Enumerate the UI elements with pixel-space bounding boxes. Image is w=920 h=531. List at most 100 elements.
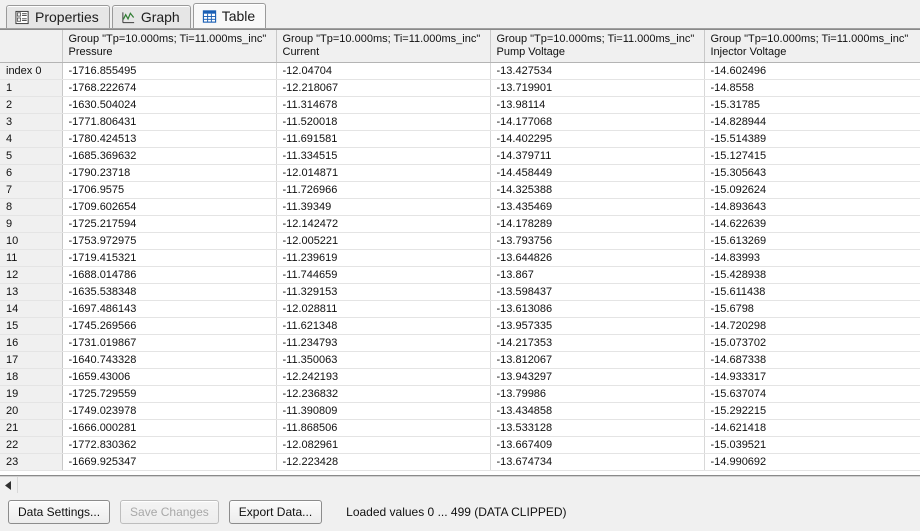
cell-current[interactable]: -11.239619	[276, 249, 491, 267]
scroll-left-arrow-icon[interactable]	[0, 477, 18, 493]
table-row[interactable]: 11 -1719.415321 -11.239619 -13.644826 -14.83…	[0, 249, 920, 267]
table-row[interactable]: 18 -1659.43006 -12.242193 -13.943297 -14.933…	[0, 368, 920, 386]
cell-pump-voltage[interactable]: -13.667409	[490, 436, 705, 454]
cell-pump-voltage[interactable]: -14.458449	[490, 164, 705, 182]
cell-injector-voltage[interactable]: -14.602496	[704, 62, 920, 80]
row-index-cell[interactable]: 10	[0, 232, 63, 250]
data-settings-button[interactable]: Data Settings...	[8, 500, 111, 524]
cell-injector-voltage[interactable]: -14.83993	[704, 249, 920, 267]
tab-properties[interactable]: Properties	[6, 5, 110, 28]
cell-pump-voltage[interactable]: -14.177068	[490, 113, 705, 131]
cell-pressure[interactable]: -1659.43006	[62, 368, 277, 386]
cell-injector-voltage[interactable]: -15.292215	[704, 402, 920, 420]
table-row[interactable]: 12 -1688.014786 -11.744659 -13.867 -15.42893…	[0, 266, 920, 284]
cell-pressure[interactable]: -1688.014786	[62, 266, 277, 284]
cell-current[interactable]: -11.691581	[276, 130, 491, 148]
table-row[interactable]: index 0 -1716.855495 -12.04704 -13.427534 -1…	[0, 62, 920, 80]
cell-injector-voltage[interactable]: -14.828944	[704, 113, 920, 131]
table-row[interactable]: 7 -1706.9575 -11.726966 -14.325388 -15.09262…	[0, 181, 920, 199]
row-index-cell[interactable]: 23	[0, 453, 63, 471]
table-row[interactable]: 17 -1640.743328 -11.350063 -13.812067 -14.68…	[0, 351, 920, 369]
table-row[interactable]: 19 -1725.729559 -12.236832 -13.79986 -15.637…	[0, 385, 920, 403]
cell-pump-voltage[interactable]: -13.812067	[490, 351, 705, 369]
table-row[interactable]: 20 -1749.023978 -11.390809 -13.434858 -15.29…	[0, 402, 920, 420]
row-index-cell[interactable]: 22	[0, 436, 63, 454]
cell-pressure[interactable]: -1731.019867	[62, 334, 277, 352]
cell-injector-voltage[interactable]: -15.613269	[704, 232, 920, 250]
row-index-cell[interactable]: 13	[0, 283, 63, 301]
cell-pump-voltage[interactable]: -13.613086	[490, 300, 705, 318]
cell-pump-voltage[interactable]: -14.178289	[490, 215, 705, 233]
cell-current[interactable]: -11.334515	[276, 147, 491, 165]
cell-injector-voltage[interactable]: -14.720298	[704, 317, 920, 335]
table-corner-header[interactable]	[0, 30, 63, 63]
cell-injector-voltage[interactable]: -15.127415	[704, 147, 920, 165]
row-index-cell[interactable]: 12	[0, 266, 63, 284]
cell-injector-voltage[interactable]: -15.039521	[704, 436, 920, 454]
table-row[interactable]: 14 -1697.486143 -12.028811 -13.613086 -15.67…	[0, 300, 920, 318]
row-index-cell[interactable]: 11	[0, 249, 63, 267]
cell-injector-voltage[interactable]: -14.621418	[704, 419, 920, 437]
cell-pump-voltage[interactable]: -14.402295	[490, 130, 705, 148]
cell-pump-voltage[interactable]: -13.598437	[490, 283, 705, 301]
cell-pressure[interactable]: -1719.415321	[62, 249, 277, 267]
cell-pump-voltage[interactable]: -14.325388	[490, 181, 705, 199]
cell-pump-voltage[interactable]: -13.434858	[490, 402, 705, 420]
table-row[interactable]: 8 -1709.602654 -11.39349 -13.435469 -14.8936…	[0, 198, 920, 216]
cell-pressure[interactable]: -1716.855495	[62, 62, 277, 80]
row-index-cell[interactable]: 9	[0, 215, 63, 233]
cell-pump-voltage[interactable]: -14.379711	[490, 147, 705, 165]
cell-current[interactable]: -12.142472	[276, 215, 491, 233]
table-row[interactable]: 10 -1753.972975 -12.005221 -13.793756 -15.61…	[0, 232, 920, 250]
cell-injector-voltage[interactable]: -15.31785	[704, 96, 920, 114]
cell-pressure[interactable]: -1780.424513	[62, 130, 277, 148]
column-header-current[interactable]: Group "Tp=10.000ms; Ti=11.000ms_inc" Cur…	[276, 30, 491, 63]
cell-pressure[interactable]: -1706.9575	[62, 181, 277, 199]
row-index-cell[interactable]: 18	[0, 368, 63, 386]
horizontal-scrollbar[interactable]	[0, 476, 920, 493]
row-index-cell[interactable]: 2	[0, 96, 63, 114]
cell-pump-voltage[interactable]: -13.719901	[490, 79, 705, 97]
row-index-cell[interactable]: 21	[0, 419, 63, 437]
column-header-injector-voltage[interactable]: Group "Tp=10.000ms; Ti=11.000ms_inc" Inj…	[704, 30, 920, 63]
row-index-cell[interactable]: 16	[0, 334, 63, 352]
row-index-cell[interactable]: 19	[0, 385, 63, 403]
table-row[interactable]: 6 -1790.23718 -12.014871 -14.458449 -15.3056…	[0, 164, 920, 182]
cell-pressure[interactable]: -1771.806431	[62, 113, 277, 131]
cell-injector-voltage[interactable]: -15.6798	[704, 300, 920, 318]
cell-current[interactable]: -12.028811	[276, 300, 491, 318]
cell-pump-voltage[interactable]: -13.957335	[490, 317, 705, 335]
cell-current[interactable]: -12.218067	[276, 79, 491, 97]
cell-current[interactable]: -12.04704	[276, 62, 491, 80]
cell-pump-voltage[interactable]: -13.867	[490, 266, 705, 284]
cell-injector-voltage[interactable]: -14.893643	[704, 198, 920, 216]
cell-injector-voltage[interactable]: -15.428938	[704, 266, 920, 284]
cell-pressure[interactable]: -1768.222674	[62, 79, 277, 97]
cell-current[interactable]: -11.390809	[276, 402, 491, 420]
table-row[interactable]: 16 -1731.019867 -11.234793 -14.217353 -15.07…	[0, 334, 920, 352]
cell-pump-voltage[interactable]: -13.943297	[490, 368, 705, 386]
cell-pump-voltage[interactable]: -13.79986	[490, 385, 705, 403]
cell-pressure[interactable]: -1772.830362	[62, 436, 277, 454]
row-index-cell[interactable]: 15	[0, 317, 63, 335]
row-index-cell[interactable]: 17	[0, 351, 63, 369]
table-row[interactable]: 13 -1635.538348 -11.329153 -13.598437 -15.61…	[0, 283, 920, 301]
cell-pressure[interactable]: -1635.538348	[62, 283, 277, 301]
cell-injector-voltage[interactable]: -14.687338	[704, 351, 920, 369]
cell-pump-voltage[interactable]: -13.793756	[490, 232, 705, 250]
cell-pressure[interactable]: -1630.504024	[62, 96, 277, 114]
cell-pressure[interactable]: -1749.023978	[62, 402, 277, 420]
cell-injector-voltage[interactable]: -15.073702	[704, 334, 920, 352]
cell-pressure[interactable]: -1709.602654	[62, 198, 277, 216]
table-row[interactable]: 3 -1771.806431 -11.520018 -14.177068 -14.828…	[0, 113, 920, 131]
cell-current[interactable]: -11.868506	[276, 419, 491, 437]
table-row[interactable]: 2 -1630.504024 -11.314678 -13.98114 -15.3178…	[0, 96, 920, 114]
cell-current[interactable]: -12.082961	[276, 436, 491, 454]
cell-pump-voltage[interactable]: -13.533128	[490, 419, 705, 437]
cell-current[interactable]: -11.350063	[276, 351, 491, 369]
row-index-cell[interactable]: 5	[0, 147, 63, 165]
table-row[interactable]: 15 -1745.269566 -11.621348 -13.957335 -14.72…	[0, 317, 920, 335]
cell-current[interactable]: -11.621348	[276, 317, 491, 335]
cell-pressure[interactable]: -1790.23718	[62, 164, 277, 182]
cell-current[interactable]: -11.234793	[276, 334, 491, 352]
